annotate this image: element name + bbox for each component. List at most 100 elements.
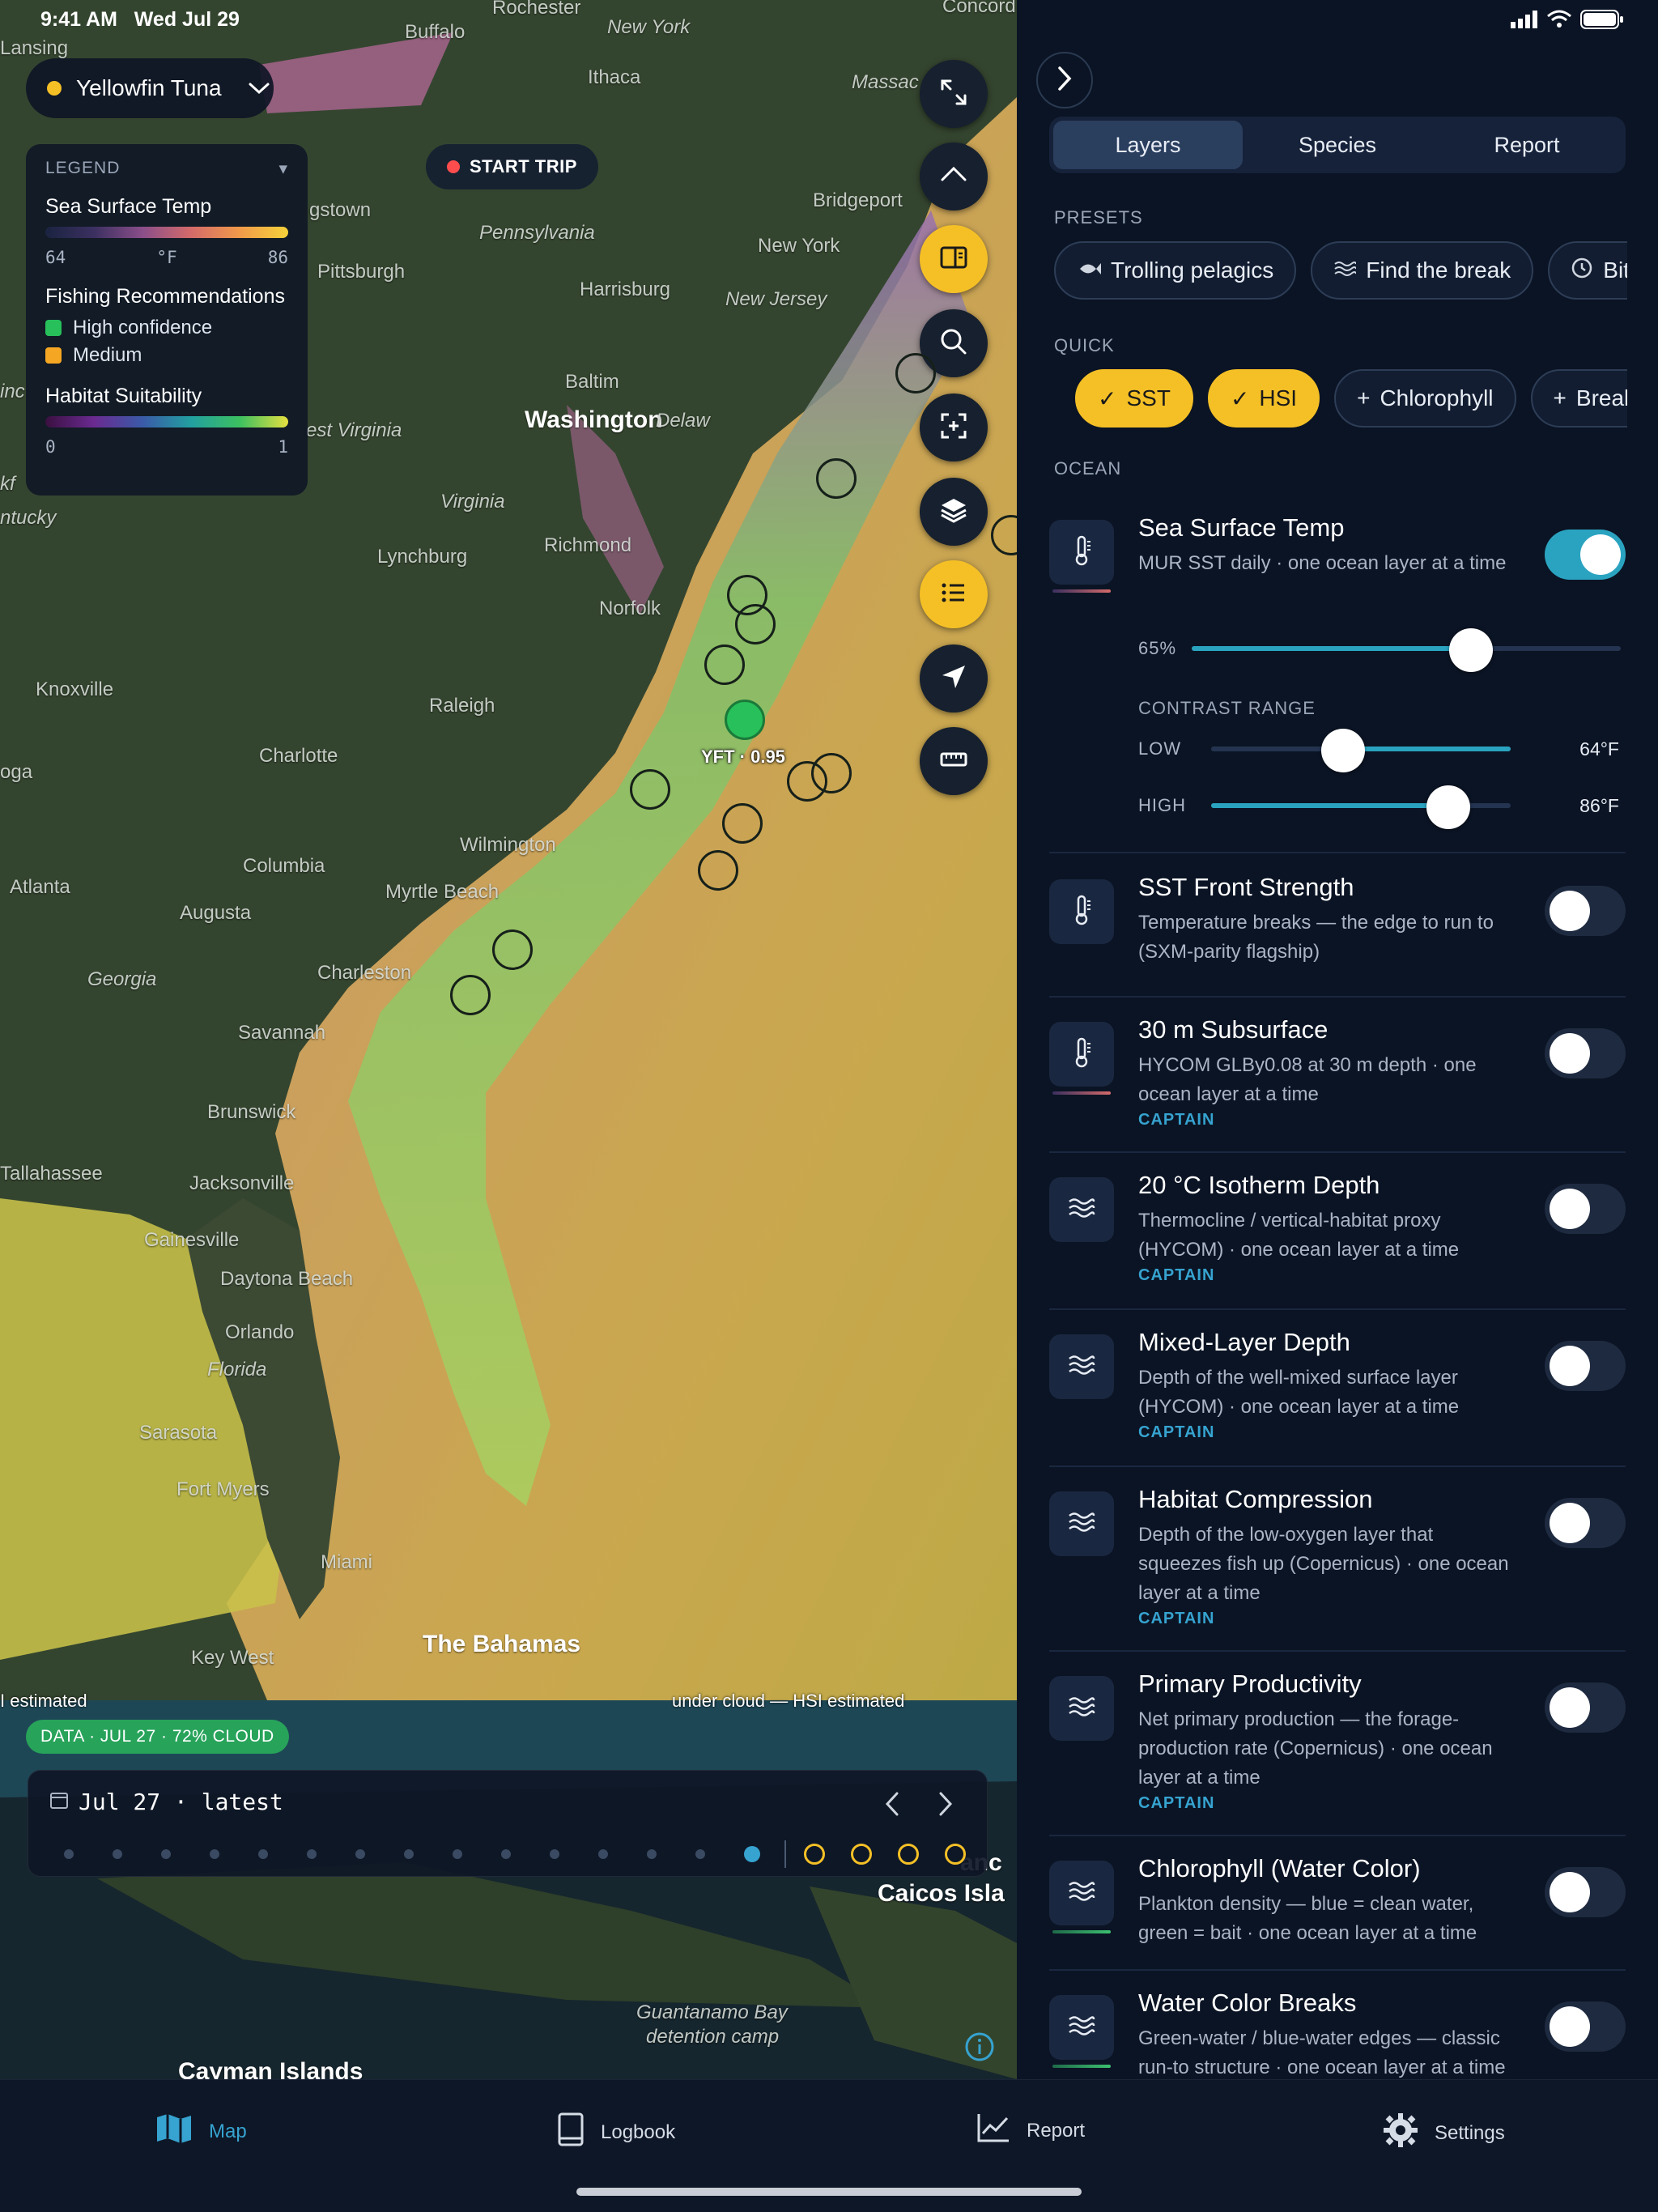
collapse-up-button[interactable] [920,143,988,211]
contrast-low-slider[interactable]: LOW 64°F [1138,729,1626,772]
list-button[interactable] [920,560,988,628]
locate-button[interactable] [920,644,988,713]
tab-logbook[interactable]: Logbook [557,2112,675,2152]
timeline-forecast-day[interactable] [851,1844,872,1865]
tab-species[interactable]: Species [1243,121,1432,169]
layer-sea-surface-temp[interactable]: Sea Surface Temp MUR SST daily · one oce… [1049,513,1626,594]
expand-icon [937,76,970,113]
measure-button[interactable] [920,727,988,795]
recommendation-marker[interactable] [895,353,936,393]
high-label: HIGH [1138,795,1186,815]
timeline-day-dot[interactable] [501,1849,511,1859]
info-icon[interactable] [963,2031,996,2067]
opacity-slider[interactable]: 65% [1138,628,1626,672]
timeline-day-dot[interactable] [355,1849,365,1859]
legend-sst-heading: Sea Surface Temp [45,195,212,218]
recommendation-marker[interactable] [698,850,738,891]
zoom-to-fit-button[interactable] [920,393,988,462]
layer-mixed-layer-depth[interactable]: Mixed-Layer Depth Depth of the well-mixed… [1049,1328,1626,1464]
layer-toggle[interactable] [1545,1028,1626,1078]
layer-toggle[interactable] [1545,886,1626,936]
tab-report[interactable]: Report [976,2112,1085,2149]
recommendation-marker[interactable] [816,458,857,499]
preset-trolling-pelagics[interactable]: Trolling pelagics [1054,241,1297,300]
layer-toggle[interactable] [1545,1867,1626,1917]
recommendation-marker[interactable] [492,929,533,970]
timeline-day-dot[interactable] [695,1849,705,1859]
timeline-day-dot[interactable] [161,1849,171,1859]
quick-hsi-chip[interactable]: ✓ HSI [1207,369,1320,428]
low-label: LOW [1138,738,1182,759]
layer-toggle[interactable] [1545,530,1626,580]
quick-breaks-chip[interactable]: + Breaks [1530,369,1627,428]
layer-title: Sea Surface Temp [1138,513,1345,542]
tab-report[interactable]: Report [1432,121,1622,169]
timeline-day-dot[interactable] [598,1849,608,1859]
layer-desc-text: Green-water / blue-water edges — classic… [1138,2027,1506,2078]
timeline-day-dot[interactable] [404,1849,414,1859]
date-timeline[interactable]: Jul 27 · latest [28,1770,988,1877]
layers-button[interactable] [920,478,988,546]
layer-20-c-isotherm-depth[interactable]: 20 °C Isotherm Depth Thermocline / vertic… [1049,1171,1626,1307]
map-label: Delaw [656,410,710,432]
layer-water-color-breaks[interactable]: Water Color Breaks Green-water / blue-wat… [1049,1989,1626,2079]
layer-chlorophyll-water-color[interactable]: Chlorophyll (Water Color) Plankton densit… [1049,1854,1626,1967]
timeline-forecast-day[interactable] [945,1844,966,1865]
sst-color-bar [45,227,288,238]
timeline-day-dot[interactable] [258,1849,268,1859]
timeline-prev-button[interactable] [872,1785,912,1826]
species-selector[interactable]: Yellowfin Tuna [26,58,274,118]
layer-toggle[interactable] [1545,1498,1626,1548]
layer-toggle[interactable] [1545,1184,1626,1234]
panel-toggle-button[interactable] [920,225,988,293]
tab-layers[interactable]: Layers [1053,121,1243,169]
map-view[interactable]: 9:41 AM Wed Jul 29 Rochester Buffalo New… [0,0,1017,2079]
quick-chlorophyll-chip[interactable]: + Chlorophyll [1334,369,1516,428]
recommendation-marker[interactable] [450,975,491,1015]
timeline-day-dot[interactable] [64,1849,74,1859]
layer-sst-front-strength[interactable]: SST Front Strength Temperature breaks — t… [1049,873,1626,994]
layer-primary-productivity[interactable]: Primary Productivity Net primary producti… [1049,1670,1626,1828]
map-label: Wilmington [460,834,556,856]
fullscreen-button[interactable] [920,60,988,128]
recommendation-marker[interactable] [704,644,745,685]
timeline-day-dot[interactable] [647,1849,657,1859]
layer-habitat-compression[interactable]: Habitat Compression Depth of the low-oxyg… [1049,1485,1626,1644]
recommendation-marker[interactable] [811,753,852,793]
tab-settings[interactable]: Settings [1383,2112,1505,2154]
layer-toggle[interactable] [1545,2001,1626,2052]
start-trip-button[interactable]: START TRIP [426,144,598,189]
timeline-next-button[interactable] [925,1785,966,1826]
slider-thumb[interactable] [1321,729,1365,772]
slider-thumb[interactable] [1426,785,1470,829]
recommendation-marker[interactable] [722,803,763,844]
tier-badge: CAPTAIN [1138,1794,1215,1812]
top-recommendation-marker[interactable] [725,700,765,740]
search-icon [937,325,970,362]
recommendation-marker[interactable] [630,769,670,810]
preset-bite-time[interactable]: Bite t [1548,241,1627,300]
layer-title: SST Front Strength [1138,873,1354,901]
panel-tabs[interactable]: Layers Species Report [1049,117,1626,173]
timeline-forecast-day[interactable] [898,1844,919,1865]
layer-toggle[interactable] [1545,1341,1626,1391]
collapse-panel-button[interactable] [1036,52,1093,108]
timeline-forecast-day[interactable] [804,1844,825,1865]
timeline-day-dot[interactable] [550,1849,559,1859]
list-icon [937,576,970,613]
tab-map[interactable]: Map [155,2112,247,2150]
timeline-day-dot[interactable] [453,1849,462,1859]
slider-thumb[interactable] [1448,628,1493,672]
layer-toggle[interactable] [1545,1682,1626,1733]
preset-find-the-break[interactable]: Find the break [1311,241,1534,300]
timeline-day-dot[interactable] [113,1849,122,1859]
timeline-day-dot[interactable] [307,1849,317,1859]
layer-30-m-subsurface[interactable]: 30 m Subsurface HYCOM GLBy0.08 at 30 m de… [1049,1015,1626,1150]
contrast-high-slider[interactable]: HIGH 86°F [1138,785,1626,829]
timeline-days[interactable] [64,1840,992,1868]
quick-sst-chip[interactable]: ✓ SST [1075,369,1193,428]
recommendation-marker[interactable] [735,604,776,644]
legend-collapse-icon[interactable]: ▾ [278,159,288,179]
timeline-current-day[interactable] [744,1846,760,1862]
timeline-day-dot[interactable] [210,1849,219,1859]
